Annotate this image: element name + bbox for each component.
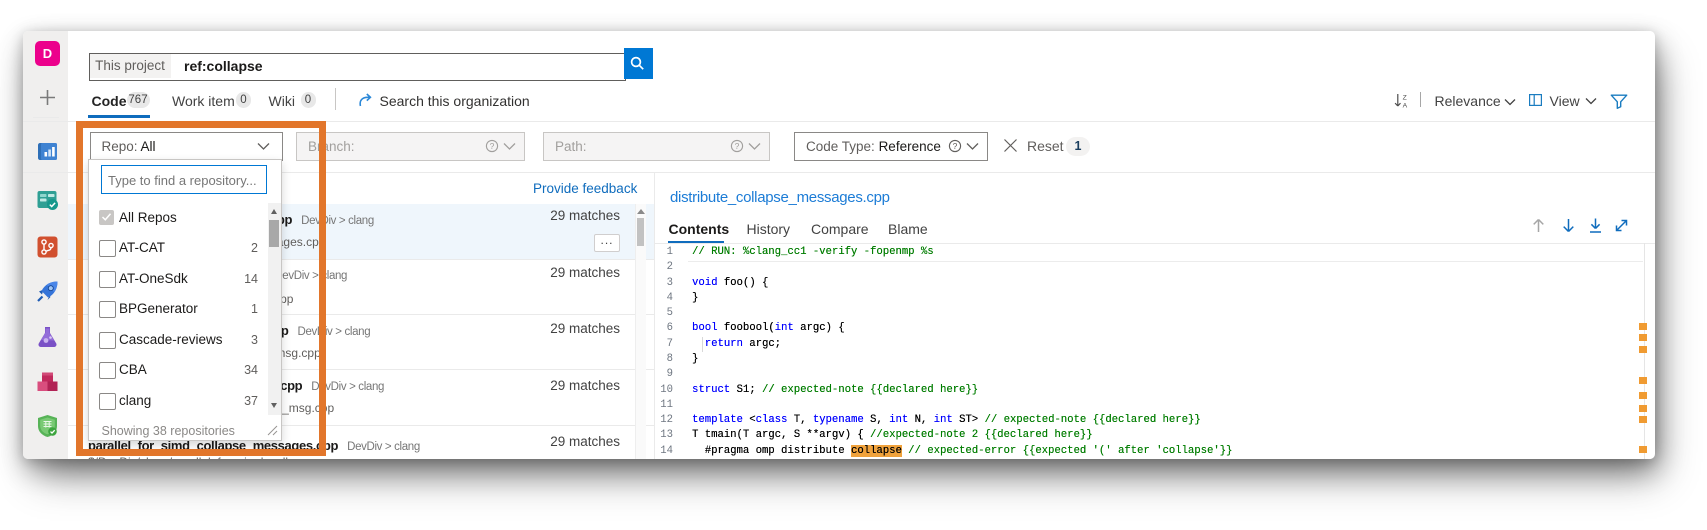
svg-text:A: A xyxy=(1403,102,1408,108)
svg-text:Z: Z xyxy=(1403,94,1407,101)
svg-text:?: ? xyxy=(735,141,740,151)
svg-text:?: ? xyxy=(490,141,495,151)
svg-text:?: ? xyxy=(953,141,958,151)
